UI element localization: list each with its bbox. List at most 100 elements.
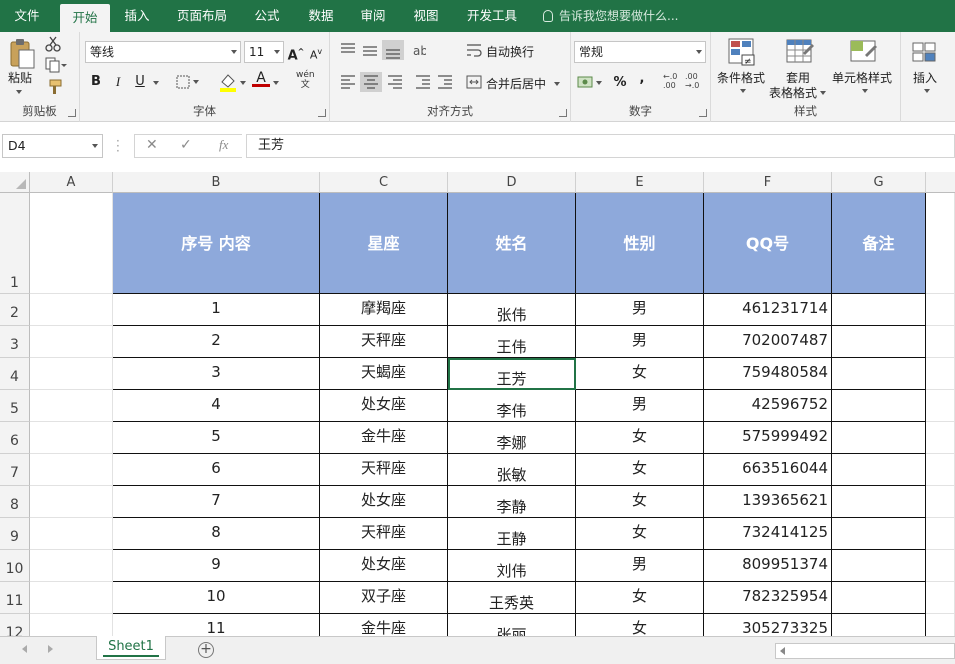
paste-button[interactable]: 粘贴 — [8, 69, 32, 86]
formula-bar-grip-icon[interactable]: · · · — [116, 135, 120, 157]
row-header-5[interactable]: 5 — [0, 390, 30, 422]
cell-h4[interactable] — [926, 358, 955, 390]
cell-c7[interactable]: 天秤座 — [320, 454, 448, 486]
cell-b11[interactable]: 10 — [113, 582, 320, 614]
cell-b6[interactable]: 5 — [113, 422, 320, 454]
cell-b12[interactable]: 11 — [113, 614, 320, 636]
cell-g2[interactable] — [832, 294, 926, 326]
cell-e5[interactable]: 男 — [576, 390, 704, 422]
cell-f9[interactable]: 732414125 — [704, 518, 832, 550]
cell-a4[interactable] — [30, 358, 113, 390]
increase-decimal-icon[interactable]: ←.0.00 — [663, 72, 677, 90]
cell-h10[interactable] — [926, 550, 955, 582]
cell-g9[interactable] — [832, 518, 926, 550]
header-cell-f[interactable]: QQ号 — [704, 193, 832, 294]
cell-a3[interactable] — [30, 326, 113, 358]
comma-button[interactable]: , — [632, 69, 652, 89]
cell-h8[interactable] — [926, 486, 955, 518]
cell-a10[interactable] — [30, 550, 113, 582]
underline-button[interactable]: U — [130, 72, 150, 92]
wrap-text-icon[interactable] — [466, 42, 482, 58]
insert-cells-dropdown-icon[interactable] — [921, 84, 930, 98]
cell-g4[interactable] — [832, 358, 926, 390]
cell-c4[interactable]: 天蝎座 — [320, 358, 448, 390]
cell-f4[interactable]: 759480584 — [704, 358, 832, 390]
cell-e12[interactable]: 女 — [576, 614, 704, 636]
cell-e2[interactable]: 男 — [576, 294, 704, 326]
cell-b3[interactable]: 2 — [113, 326, 320, 358]
cut-icon[interactable] — [45, 36, 61, 52]
cell-f6[interactable]: 575999492 — [704, 422, 832, 454]
insert-function-button[interactable]: fx — [219, 137, 228, 153]
cell-c8[interactable]: 处女座 — [320, 486, 448, 518]
accounting-format-icon[interactable] — [577, 74, 603, 92]
cell-b5[interactable]: 4 — [113, 390, 320, 422]
prev-sheet-icon[interactable] — [22, 645, 27, 653]
cell-e9[interactable]: 女 — [576, 518, 704, 550]
cell-d12[interactable]: 张丽 — [448, 614, 576, 636]
cell-a2[interactable] — [30, 294, 113, 326]
cell-f8[interactable]: 139365621 — [704, 486, 832, 518]
cell-b7[interactable]: 6 — [113, 454, 320, 486]
cell-g3[interactable] — [832, 326, 926, 358]
cell-b9[interactable]: 8 — [113, 518, 320, 550]
merge-center-button[interactable]: 合并后居中 — [486, 75, 561, 92]
tab-page-layout[interactable]: 页面布局 — [168, 0, 236, 32]
cell-f10[interactable]: 809951374 — [704, 550, 832, 582]
cell-e11[interactable]: 女 — [576, 582, 704, 614]
row-header-9[interactable]: 9 — [0, 518, 30, 550]
tab-home[interactable]: 开始 — [60, 4, 110, 32]
row-header-12[interactable]: 12 — [0, 614, 30, 636]
horizontal-scrollbar[interactable] — [775, 643, 955, 659]
conditional-formatting-dropdown-icon[interactable] — [737, 84, 746, 98]
tab-file[interactable]: 文件 — [4, 0, 50, 32]
tab-data[interactable]: 数据 — [298, 0, 344, 32]
underline-dropdown-icon[interactable] — [150, 76, 159, 90]
column-header-f[interactable]: F — [704, 172, 832, 193]
row-header-8[interactable]: 8 — [0, 486, 30, 518]
tab-insert[interactable]: 插入 — [114, 0, 160, 32]
header-cell-d[interactable]: 姓名 — [448, 193, 576, 294]
cell-e8[interactable]: 女 — [576, 486, 704, 518]
bold-button[interactable]: B — [86, 72, 106, 92]
column-header-g[interactable]: G — [832, 172, 926, 193]
header-cell-g[interactable]: 备注 — [832, 193, 926, 294]
cell-a8[interactable] — [30, 486, 113, 518]
cell-f2[interactable]: 461231714 — [704, 294, 832, 326]
vertical-align-icons[interactable]: ab — [338, 40, 426, 60]
tab-review[interactable]: 审阅 — [350, 0, 396, 32]
horizontal-align-icons[interactable] — [338, 72, 456, 92]
italic-button[interactable]: I — [108, 72, 128, 92]
cell-g7[interactable] — [832, 454, 926, 486]
number-launcher-icon[interactable] — [699, 109, 707, 117]
tab-developer[interactable]: 开发工具 — [458, 0, 526, 32]
cell-g11[interactable] — [832, 582, 926, 614]
cell-h7[interactable] — [926, 454, 955, 486]
cell-h9[interactable] — [926, 518, 955, 550]
tab-formulas[interactable]: 公式 — [244, 0, 290, 32]
enter-icon[interactable]: ✓ — [180, 137, 192, 153]
cell-c10[interactable]: 处女座 — [320, 550, 448, 582]
borders-icon[interactable] — [176, 75, 202, 89]
name-box[interactable]: D4 — [2, 134, 103, 158]
formula-input[interactable]: 王芳 — [246, 134, 955, 158]
cell-h6[interactable] — [926, 422, 955, 454]
cell-h11[interactable] — [926, 582, 955, 614]
font-color-icon[interactable]: A — [252, 70, 270, 87]
cell-d5[interactable]: 李伟 — [448, 390, 576, 422]
sheet-tab-sheet1[interactable]: Sheet1 — [96, 636, 166, 660]
next-sheet-icon[interactable] — [48, 645, 53, 653]
cell-f12[interactable]: 305273325 — [704, 614, 832, 636]
tell-me-box[interactable]: 告诉我您想要做什么... — [543, 0, 678, 32]
cell-e6[interactable]: 女 — [576, 422, 704, 454]
cell-g8[interactable] — [832, 486, 926, 518]
cell-c6[interactable]: 金牛座 — [320, 422, 448, 454]
row-header-7[interactable]: 7 — [0, 454, 30, 486]
row-header-2[interactable]: 2 — [0, 294, 30, 326]
cell-d10[interactable]: 刘伟 — [448, 550, 576, 582]
tab-view[interactable]: 视图 — [403, 0, 449, 32]
cell-g12[interactable] — [832, 614, 926, 636]
cell-f11[interactable]: 782325954 — [704, 582, 832, 614]
cell-d6[interactable]: 李娜 — [448, 422, 576, 454]
select-all-button[interactable] — [0, 172, 30, 193]
